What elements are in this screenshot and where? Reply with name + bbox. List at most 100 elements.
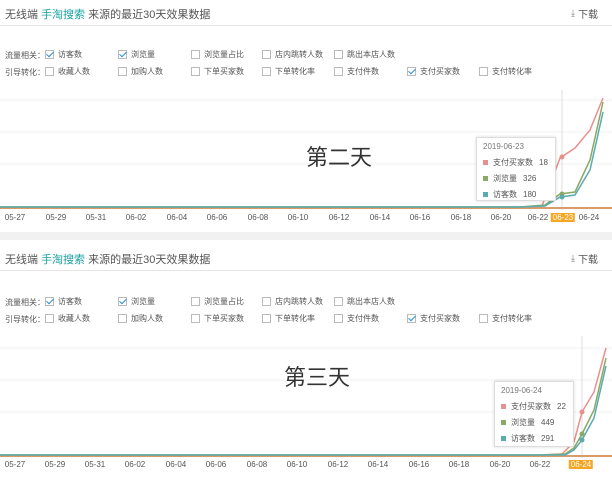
point-visitors <box>559 194 565 200</box>
checkbox[interactable] <box>191 314 200 323</box>
panel-title: 无线端 手淘搜索 来源的最近30天效果数据 <box>5 251 210 267</box>
opt-inshop-jump[interactable]: 店内跳转人数 <box>262 49 323 60</box>
checkbox[interactable] <box>45 297 54 306</box>
checkbox[interactable] <box>262 297 271 306</box>
checkbox[interactable] <box>45 67 54 76</box>
row-label: 流量相关： <box>5 51 45 60</box>
x-tick: 05-29 <box>45 213 67 222</box>
x-tick: 06-08 <box>246 460 268 469</box>
x-tick: 05-31 <box>84 460 106 469</box>
opt-pay-items[interactable]: 支付件数 <box>334 313 379 324</box>
x-tick: 06-14 <box>367 460 389 469</box>
checkbox[interactable] <box>334 50 343 59</box>
source-link[interactable]: 手淘搜索 <box>41 9 85 21</box>
opt-add-cart[interactable]: 加购人数 <box>118 66 163 77</box>
opt-pageviews[interactable]: 浏览量 <box>118 49 155 60</box>
checkbox[interactable] <box>191 67 200 76</box>
checkbox[interactable] <box>262 67 271 76</box>
tooltip-row: 支付买家数 22 <box>501 401 567 412</box>
opt-order-rate[interactable]: 下单转化率 <box>262 313 315 324</box>
opt-add-cart[interactable]: 加购人数 <box>118 313 163 324</box>
opt-order-buyers[interactable]: 下单买家数 <box>191 313 244 324</box>
checkbox[interactable] <box>45 50 54 59</box>
panel-separator <box>0 232 612 240</box>
opt-pay-rate[interactable]: 支付转化率 <box>479 66 532 77</box>
tooltip-date: 2019-06-24 <box>501 386 542 395</box>
checkbox[interactable] <box>118 67 127 76</box>
overlay-caption: 第三天 <box>284 366 351 391</box>
opt-favorites[interactable]: 收藏人数 <box>45 313 90 324</box>
source-link[interactable]: 手淘搜索 <box>41 254 85 266</box>
title-prefix: 无线端 <box>5 9 38 21</box>
traffic-panel-day3: 无线端 手淘搜索 来源的最近30天效果数据 ⤓ 下载 流量相关： 访客数 浏览量… <box>0 240 612 480</box>
chart-tooltip: 2019-06-24 支付买家数 22 浏览量 449 访客数 291 <box>494 381 574 447</box>
opt-inshop-jump[interactable]: 店内跳转人数 <box>262 296 323 307</box>
x-axis-labels: 05-27 05-29 05-31 06-02 06-04 06-06 06-0… <box>0 460 612 472</box>
row-label: 流量相关： <box>5 298 45 307</box>
x-tick: 06-10 <box>286 460 308 469</box>
x-tick-active: 06-24 <box>568 460 594 469</box>
x-tick: 06-22 <box>529 460 551 469</box>
x-axis-labels: 05-27 05-29 05-31 06-02 06-04 06-06 06-0… <box>0 213 612 225</box>
opt-bounce[interactable]: 跳出本店人数 <box>334 296 395 307</box>
x-tick-active: 06-23 <box>550 213 576 222</box>
checkbox[interactable] <box>191 50 200 59</box>
x-tick: 06-04 <box>165 460 187 469</box>
opt-order-buyers[interactable]: 下单买家数 <box>191 66 244 77</box>
opt-pay-items[interactable]: 支付件数 <box>334 66 379 77</box>
checkbox[interactable] <box>334 297 343 306</box>
checkbox[interactable] <box>118 314 127 323</box>
opt-favorites[interactable]: 收藏人数 <box>45 66 90 77</box>
checkbox[interactable] <box>407 314 416 323</box>
x-tick: 06-06 <box>206 213 228 222</box>
panel-title: 无线端 手淘搜索 来源的最近30天效果数据 <box>5 6 210 22</box>
x-tick: 05-27 <box>4 460 26 469</box>
download-label: 下载 <box>578 255 598 266</box>
opt-order-rate[interactable]: 下单转化率 <box>262 66 315 77</box>
checkbox[interactable] <box>479 314 488 323</box>
panel-header: 无线端 手淘搜索 来源的最近30天效果数据 ⤓ 下载 <box>0 0 612 26</box>
checkbox[interactable] <box>45 314 54 323</box>
checkbox[interactable] <box>262 50 271 59</box>
panel-header: 无线端 手淘搜索 来源的最近30天效果数据 ⤓ 下载 <box>0 245 612 271</box>
checkbox[interactable] <box>118 50 127 59</box>
checkbox[interactable] <box>334 67 343 76</box>
legend-swatch <box>483 176 488 181</box>
opt-bounce[interactable]: 跳出本店人数 <box>334 49 395 60</box>
title-suffix: 来源的最近30天效果数据 <box>88 9 211 21</box>
opt-pay-buyers[interactable]: 支付买家数 <box>407 313 460 324</box>
chart-tooltip: 2019-06-23 支付买家数 18 浏览量 326 访客数 180 <box>476 137 556 201</box>
opt-pay-buyers[interactable]: 支付买家数 <box>407 66 460 77</box>
checkbox[interactable] <box>118 297 127 306</box>
download-button[interactable]: ⤓ 下载 <box>571 251 598 266</box>
opt-pay-rate[interactable]: 支付转化率 <box>479 313 532 324</box>
opt-pv-ratio[interactable]: 浏览量占比 <box>191 296 244 307</box>
checkbox[interactable] <box>262 314 271 323</box>
legend-swatch <box>483 192 488 197</box>
point-pay-buyers <box>579 409 585 415</box>
x-tick: 06-24 <box>578 213 600 222</box>
title-prefix: 无线端 <box>5 254 38 266</box>
point-pageviews <box>579 431 585 437</box>
x-tick: 06-18 <box>450 213 472 222</box>
checkbox[interactable] <box>334 314 343 323</box>
legend-swatch <box>501 404 506 409</box>
checkbox[interactable] <box>407 67 416 76</box>
tooltip-row: 访客数 291 <box>501 433 567 444</box>
opt-visitors[interactable]: 访客数 <box>45 49 82 60</box>
download-label: 下载 <box>578 10 598 21</box>
x-tick: 06-20 <box>490 213 512 222</box>
tooltip-row: 浏览量 326 <box>483 173 549 184</box>
opt-visitors[interactable]: 访客数 <box>45 296 82 307</box>
row-label: 引导转化： <box>5 68 45 77</box>
row-label: 引导转化： <box>5 315 45 324</box>
opt-pageviews[interactable]: 浏览量 <box>118 296 155 307</box>
checkbox[interactable] <box>191 297 200 306</box>
x-tick: 06-14 <box>369 213 391 222</box>
x-tick: 06-06 <box>205 460 227 469</box>
x-tick: 06-16 <box>408 460 430 469</box>
download-button[interactable]: ⤓ 下载 <box>571 6 598 21</box>
x-tick: 06-20 <box>489 460 511 469</box>
opt-pv-ratio[interactable]: 浏览量占比 <box>191 49 244 60</box>
checkbox[interactable] <box>479 67 488 76</box>
